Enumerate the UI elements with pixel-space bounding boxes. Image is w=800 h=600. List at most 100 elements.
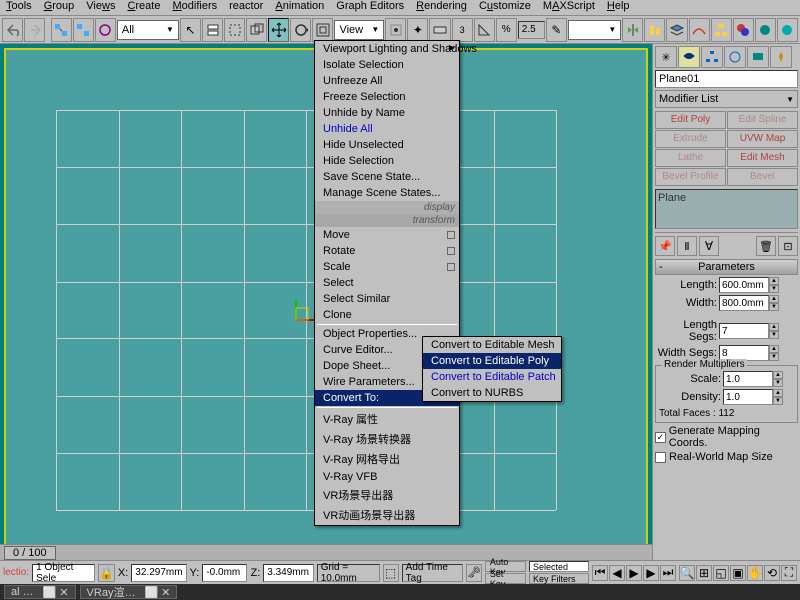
lsegs-input[interactable] <box>719 323 769 339</box>
cm-viewport-lighting[interactable]: Viewport Lighting and Shadows▶ <box>315 41 459 57</box>
render-button[interactable] <box>777 18 798 42</box>
select-rect-button[interactable] <box>224 18 245 42</box>
angle-snap-button[interactable] <box>474 18 495 42</box>
object-name-field[interactable]: Plane01 <box>655 70 798 88</box>
z-field[interactable]: 3.349mm <box>263 564 313 582</box>
mod-edit-poly[interactable]: Edit Poly <box>655 111 726 129</box>
mod-edit-spline[interactable]: Edit Spline <box>727 111 798 129</box>
goto-start-button[interactable]: ⏮ <box>592 565 608 581</box>
menu-help[interactable]: Help <box>607 0 630 15</box>
menu-rendering[interactable]: Rendering <box>416 0 467 15</box>
cm-select-similar[interactable]: Select Similar <box>315 291 459 307</box>
spinner-snap-value[interactable]: 2.5 <box>518 21 545 39</box>
show-result-button[interactable]: Ⅱ <box>677 236 697 256</box>
prev-frame-button[interactable]: ◀ <box>609 565 625 581</box>
menu-animation[interactable]: Animation <box>275 0 324 15</box>
time-slider[interactable]: 0 / 100 <box>0 544 652 560</box>
link-button[interactable] <box>51 18 72 42</box>
cm-freeze-sel[interactable]: Freeze Selection <box>315 89 459 105</box>
gen-mapping-checkbox[interactable]: ✓Generate Mapping Coords. <box>655 425 798 449</box>
align-button[interactable] <box>644 18 665 42</box>
length-down[interactable]: ▼ <box>769 285 779 293</box>
maximize-button[interactable]: ⛶ <box>781 565 797 581</box>
cm-save-state[interactable]: Save Scene State... <box>315 169 459 185</box>
tab-modify[interactable] <box>678 46 700 68</box>
plane-object[interactable] <box>56 110 556 510</box>
menu-create[interactable]: Create <box>127 0 160 15</box>
tab-create[interactable]: ✳ <box>655 46 677 68</box>
cm-select[interactable]: Select <box>315 275 459 291</box>
tab-utilities[interactable] <box>770 46 792 68</box>
mod-edit-mesh[interactable]: Edit Mesh <box>727 149 798 167</box>
mod-bevel-profile[interactable]: Bevel Profile <box>655 168 726 186</box>
cm-move[interactable]: Move <box>315 227 459 243</box>
menu-modifiers[interactable]: Modifiers <box>172 0 217 15</box>
percent-snap-button[interactable]: % <box>496 18 517 42</box>
scale-input[interactable] <box>723 371 773 387</box>
isolate-icon[interactable]: ⬚ <box>383 564 399 582</box>
rollout-parameters[interactable]: -Parameters <box>655 259 798 275</box>
time-tag[interactable]: Add Time Tag <box>402 564 463 582</box>
tab-display[interactable] <box>747 46 769 68</box>
cm-scale[interactable]: Scale <box>315 259 459 275</box>
snap-button[interactable]: 3 <box>452 18 473 42</box>
cm-vray-mesh-export[interactable]: V-Ray 网格导出 <box>315 449 459 469</box>
cm-unhide-all[interactable]: Unhide All <box>315 121 459 137</box>
menu-customize[interactable]: Customize <box>479 0 531 15</box>
x-field[interactable]: 32.297mm <box>131 564 186 582</box>
keyshort-button[interactable] <box>429 18 450 42</box>
menu-reactor[interactable]: reactor <box>229 0 263 15</box>
task-item-1[interactable]: al …⬜✕ <box>4 585 76 599</box>
cm-rotate[interactable]: Rotate <box>315 243 459 259</box>
orbit-button[interactable]: ⟲ <box>764 565 780 581</box>
unlink-button[interactable] <box>73 18 94 42</box>
selection-filter-combo[interactable]: All▼ <box>117 20 179 40</box>
cm-vray-vfb[interactable]: V-Ray VFB <box>315 469 459 485</box>
mod-uvwmap[interactable]: UVW Map <box>727 130 798 148</box>
cm-manage-state[interactable]: Manage Scene States... <box>315 185 459 201</box>
cm-unfreeze-all[interactable]: Unfreeze All <box>315 73 459 89</box>
cm-clone[interactable]: Clone <box>315 307 459 323</box>
select-name-button[interactable] <box>202 18 223 42</box>
menu-grapheditors[interactable]: Graph Editors <box>336 0 404 15</box>
key-mode-combo[interactable]: Selected <box>529 561 589 572</box>
sub-editable-poly[interactable]: Convert to Editable Poly <box>423 353 561 369</box>
width-input[interactable] <box>719 295 769 311</box>
zoom-ext-button[interactable]: ◱ <box>713 565 729 581</box>
mod-extrude[interactable]: Extrude <box>655 130 726 148</box>
named-sel-combo[interactable]: ▼ <box>568 20 621 40</box>
window-cross-button[interactable] <box>246 18 267 42</box>
fov-button[interactable]: ▣ <box>730 565 746 581</box>
curve-editor-button[interactable] <box>689 18 710 42</box>
lock-sel-button[interactable]: 🔒 <box>98 564 115 582</box>
y-field[interactable]: -0.0mm <box>202 564 247 582</box>
mirror-button[interactable] <box>622 18 643 42</box>
remove-mod-button[interactable]: 🗑 <box>756 236 776 256</box>
menu-views[interactable]: Views <box>86 0 115 15</box>
real-world-checkbox[interactable]: Real-World Map Size <box>655 451 798 463</box>
sub-editable-mesh[interactable]: Convert to Editable Mesh <box>423 337 561 353</box>
play-button[interactable]: ▶ <box>626 565 642 581</box>
cm-vr-anim-export[interactable]: VR动画场景导出器 <box>315 505 459 525</box>
tab-hierarchy[interactable] <box>701 46 723 68</box>
pivot-button[interactable] <box>385 18 406 42</box>
cm-isolate[interactable]: Isolate Selection <box>315 57 459 73</box>
task-item-2[interactable]: VRay渲…⬜✕ <box>80 585 178 599</box>
length-input[interactable] <box>719 277 769 293</box>
material-button[interactable] <box>733 18 754 42</box>
config-button[interactable]: ⊡ <box>778 236 798 256</box>
render-setup-button[interactable] <box>755 18 776 42</box>
move-button[interactable] <box>268 18 289 42</box>
length-up[interactable]: ▲ <box>769 277 779 285</box>
unique-button[interactable]: ∀ <box>699 236 719 256</box>
scale-button[interactable] <box>312 18 333 42</box>
cm-hide-unsel[interactable]: Hide Unselected <box>315 137 459 153</box>
sub-editable-patch[interactable]: Convert to Editable Patch <box>423 369 561 385</box>
goto-end-button[interactable]: ⏭ <box>660 565 676 581</box>
pan-button[interactable]: ✋ <box>747 565 763 581</box>
setkey-button[interactable]: Set Key <box>485 573 526 584</box>
redo-button[interactable] <box>24 18 45 42</box>
select-button[interactable]: ↖ <box>180 18 201 42</box>
named-sel-button[interactable]: ✎ <box>546 18 567 42</box>
next-frame-button[interactable]: ▶ <box>643 565 659 581</box>
